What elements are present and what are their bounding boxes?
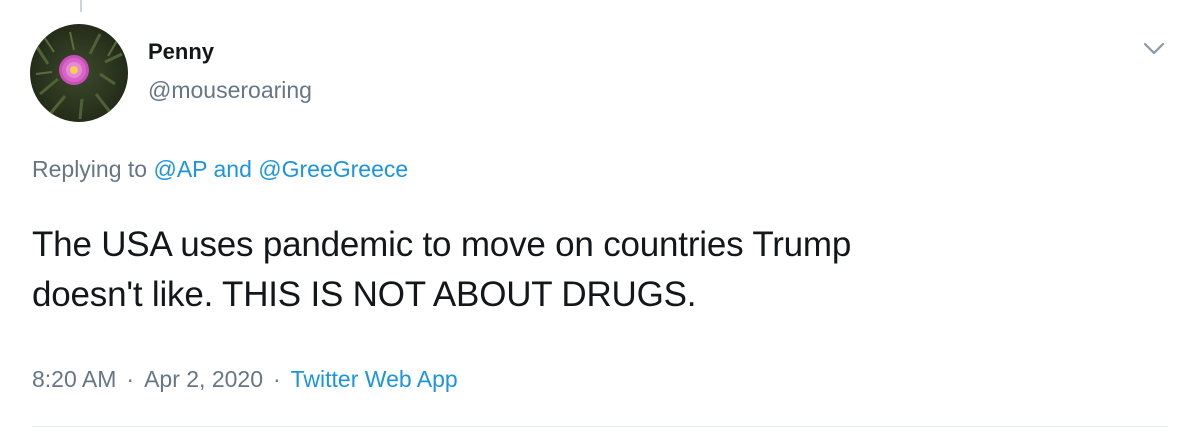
flower-avatar-image [30,24,128,122]
replying-to-label: Replying to [32,156,148,182]
replying-to: Replying to @AP and @GreeGreece [32,154,408,184]
tweet-text-line: doesn't like. THIS IS NOT ABOUT DRUGS. [32,275,697,314]
tweet-text-line: The USA uses pandemic to move on countri… [32,225,852,264]
display-name[interactable]: Penny [148,38,214,66]
tweet-source[interactable]: Twitter Web App [291,366,458,392]
tweet-time[interactable]: 8:20 AM [32,366,116,392]
tweet-date[interactable]: Apr 2, 2020 [144,366,263,392]
user-handle[interactable]: @mouseroaring [148,76,312,104]
avatar[interactable] [30,24,128,122]
mention-conjunction[interactable]: and [213,156,251,182]
tweet-meta: 8:20 AM · Apr 2, 2020 · Twitter Web App [32,364,458,394]
mention-greegreece[interactable]: @GreeGreece [258,156,408,182]
separator: · [272,366,281,392]
thread-connector [80,0,82,12]
divider [32,426,1168,427]
separator: · [126,366,135,392]
mention-ap[interactable]: @AP [153,156,207,182]
tweet-card[interactable]: Penny @mouseroaring Replying to @AP and … [0,0,1200,432]
chevron-down-icon[interactable] [1138,32,1170,64]
tweet-text: The USA uses pandemic to move on countri… [32,220,1162,320]
